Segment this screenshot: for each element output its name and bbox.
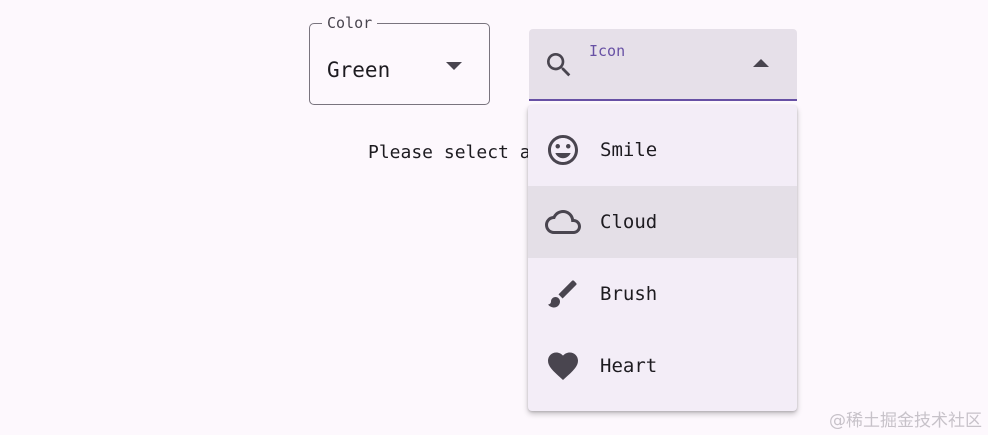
menu-item-label: Cloud xyxy=(600,211,658,233)
menu-item-label: Heart xyxy=(600,355,658,377)
menu-item-smile[interactable]: Smile xyxy=(528,114,797,186)
color-dropdown-label: Color xyxy=(322,13,378,33)
icon-dropdown-label: Icon xyxy=(589,42,626,60)
menu-item-brush[interactable]: Brush xyxy=(528,258,797,330)
menu-item-heart[interactable]: Heart xyxy=(528,330,797,402)
color-dropdown-value: Green xyxy=(327,58,391,82)
watermark: @稀土掘金技术社区 xyxy=(829,411,982,431)
brush-icon xyxy=(545,276,581,312)
icon-menu: Smile Cloud Brush Heart xyxy=(528,105,797,411)
smile-icon xyxy=(545,132,581,168)
heart-icon xyxy=(545,348,581,384)
menu-item-label: Brush xyxy=(600,283,658,305)
cloud-icon xyxy=(545,204,581,240)
icon-dropdown[interactable]: Icon xyxy=(529,29,797,101)
helper-text: Please select a xyxy=(368,142,531,163)
dropdown-arrow-icon xyxy=(446,62,462,70)
dropdown-arrow-up-icon xyxy=(753,59,769,67)
search-icon xyxy=(543,49,575,81)
menu-item-cloud[interactable]: Cloud xyxy=(528,186,797,258)
menu-item-label: Smile xyxy=(600,139,658,161)
color-dropdown[interactable]: Color Green xyxy=(309,13,490,105)
